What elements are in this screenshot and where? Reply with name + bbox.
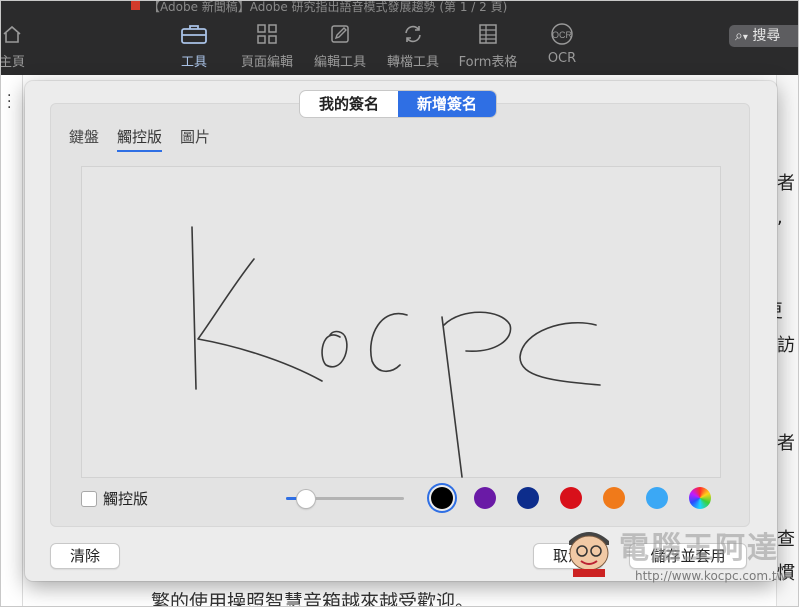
clear-button[interactable]: 清除	[50, 543, 120, 569]
input-method-tabs: 鍵盤 觸控版 圖片	[69, 126, 210, 152]
subtab-trackpad[interactable]: 觸控版	[117, 126, 163, 152]
color-swatch[interactable]	[517, 487, 539, 509]
left-gutter: · · ·	[1, 75, 23, 606]
color-swatch[interactable]	[646, 487, 668, 509]
home-icon	[1, 21, 47, 47]
tool-ocr-label: OCR	[547, 51, 577, 66]
watermark-title: 電腦王阿達	[619, 531, 779, 566]
tool-edit-label: 編輯工具	[313, 55, 366, 70]
watermark-mascot-icon	[569, 532, 609, 577]
form-table-icon	[453, 21, 523, 47]
document-title: 【Adobe 新聞稿】Adobe 研究指出語音模式發展趨勢 (第 1 / 2 頁…	[131, 1, 691, 13]
trackpad-checkbox[interactable]: 觸控版	[81, 488, 148, 509]
tab-my-signatures[interactable]: 我的簽名	[300, 91, 398, 117]
document-title-text: 【Adobe 新聞稿】Adobe 研究指出語音模式發展趨勢 (第 1 / 2 頁…	[148, 1, 508, 13]
tool-tools[interactable]: 工具	[159, 21, 229, 71]
app-toolbar: 【Adobe 新聞稿】Adobe 研究指出語音模式發展趨勢 (第 1 / 2 頁…	[0, 1, 798, 75]
tool-home-label: 主頁	[0, 55, 25, 70]
signature-panel: 鍵盤 觸控版 圖片 觸控版	[50, 103, 750, 527]
tool-tools-label: 工具	[180, 55, 207, 70]
color-swatch-rainbow[interactable]	[689, 487, 711, 509]
checkbox-box[interactable]	[81, 490, 97, 507]
grid-icon	[232, 21, 302, 47]
screenshot-frame: 【Adobe 新聞稿】Adobe 研究指出語音模式發展趨勢 (第 1 / 2 頁…	[0, 0, 799, 607]
stroke-width-slider[interactable]	[286, 490, 406, 508]
signature-drawing	[191, 226, 601, 478]
signature-mode-tabs: 我的簽名 新增簽名	[300, 91, 496, 117]
edit-icon	[305, 21, 375, 47]
tool-convert-label: 轉檔工具	[386, 55, 439, 70]
pdf-file-icon	[131, 1, 140, 10]
tool-page-edit-label: 頁面編輯	[240, 55, 293, 70]
tool-form-table[interactable]: Form表格	[453, 21, 523, 71]
slider-thumb[interactable]	[296, 490, 315, 508]
convert-icon	[378, 21, 448, 47]
tool-form-table-label: Form表格	[458, 55, 518, 70]
signature-dialog: 鍵盤 觸控版 圖片 觸控版 我的簽名 新增簽名 清除 取消 儲存並套用	[25, 81, 777, 581]
search-dropdown-icon: ▾	[742, 32, 748, 43]
subtab-keyboard[interactable]: 鍵盤	[69, 126, 99, 152]
tool-edit[interactable]: 編輯工具	[305, 21, 375, 71]
search-field[interactable]: ⌕▾ 搜尋	[729, 25, 798, 47]
doc-bottom-line: 繁的使用操照智慧音箱越來越受歡迎。	[151, 591, 475, 607]
trackpad-checkbox-label: 觸控版	[103, 490, 149, 508]
subtab-image[interactable]: 圖片	[180, 126, 210, 152]
signature-stroke	[191, 226, 197, 390]
search-icon: ⌕	[735, 28, 743, 44]
tool-home[interactable]: 主頁	[0, 21, 47, 71]
watermark-url: http://www.kocpc.com.tw	[635, 569, 787, 583]
color-swatch[interactable]	[431, 487, 453, 509]
more-options-icon[interactable]: · · ·	[7, 89, 12, 115]
signature-stroke	[370, 312, 408, 373]
signature-stroke	[321, 330, 348, 368]
search-label: 搜尋	[752, 28, 781, 44]
tab-new-signature[interactable]: 新增簽名	[398, 91, 496, 117]
tool-ocr[interactable]: OCR OCR	[527, 21, 597, 71]
signature-stroke	[197, 258, 323, 382]
ocr-icon: OCR	[527, 21, 597, 47]
tool-convert[interactable]: 轉檔工具	[378, 21, 448, 71]
watermark: 電腦王阿達 http://www.kocpc.com.tw	[563, 521, 793, 591]
color-swatch[interactable]	[474, 487, 496, 509]
color-swatch[interactable]	[603, 487, 625, 509]
signature-canvas[interactable]	[81, 166, 721, 478]
signature-stroke	[443, 311, 512, 352]
signature-stroke	[519, 321, 601, 386]
toolbox-icon	[159, 21, 229, 47]
tool-page-edit[interactable]: 頁面編輯	[232, 21, 302, 71]
signature-stroke	[441, 316, 463, 478]
svg-text:OCR: OCR	[552, 30, 573, 40]
color-swatch[interactable]	[560, 487, 582, 509]
